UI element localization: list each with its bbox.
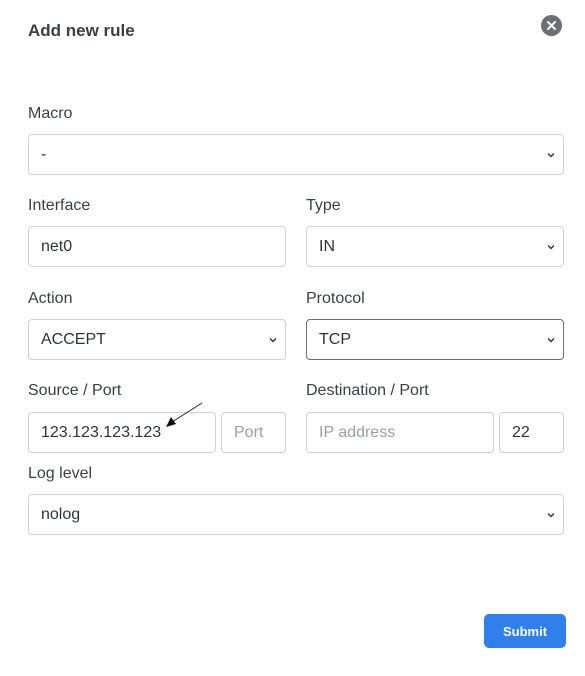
type-value: IN [319, 237, 335, 255]
macro-select[interactable]: - [28, 134, 564, 175]
source-port-input[interactable]: Port [221, 412, 286, 453]
source-address-value: 123.123.123.123 [41, 423, 162, 441]
log-level-label: Log level [28, 465, 93, 482]
type-label: Type [306, 197, 341, 214]
log-level-select[interactable]: nolog [28, 494, 564, 535]
action-select[interactable]: ACCEPT [28, 319, 286, 360]
arrow-icon [166, 402, 203, 427]
add-rule-dialog: Add new rule Macro - Interface net0 Type… [0, 0, 585, 676]
chevron-down-icon [547, 337, 555, 342]
submit-button[interactable]: Submit [484, 614, 566, 648]
destination-label: Destination / Port [306, 382, 429, 399]
chevron-down-icon [269, 337, 277, 342]
interface-value: net0 [41, 237, 73, 255]
protocol-select[interactable]: TCP [306, 319, 564, 360]
destination-port-value: 22 [512, 423, 530, 441]
destination-address-input[interactable]: IP address [306, 412, 494, 453]
chevron-down-icon [547, 152, 555, 157]
action-value: ACCEPT [41, 330, 106, 348]
destination-port-input[interactable]: 22 [499, 412, 564, 453]
log-level-value: nolog [41, 505, 81, 523]
action-label: Action [28, 290, 73, 307]
source-label: Source / Port [28, 382, 122, 399]
type-select[interactable]: IN [306, 226, 564, 267]
interface-label: Interface [28, 197, 91, 214]
dialog-title: Add new rule [28, 21, 135, 40]
chevron-down-icon [547, 512, 555, 517]
protocol-label: Protocol [306, 290, 365, 307]
macro-value: - [41, 145, 47, 163]
protocol-value: TCP [319, 330, 351, 348]
close-icon[interactable] [541, 15, 562, 36]
macro-label: Macro [28, 105, 73, 122]
chevron-down-icon [547, 244, 555, 249]
destination-address-placeholder: IP address [319, 423, 396, 441]
interface-input[interactable]: net0 [28, 226, 286, 267]
source-port-placeholder: Port [234, 423, 264, 441]
